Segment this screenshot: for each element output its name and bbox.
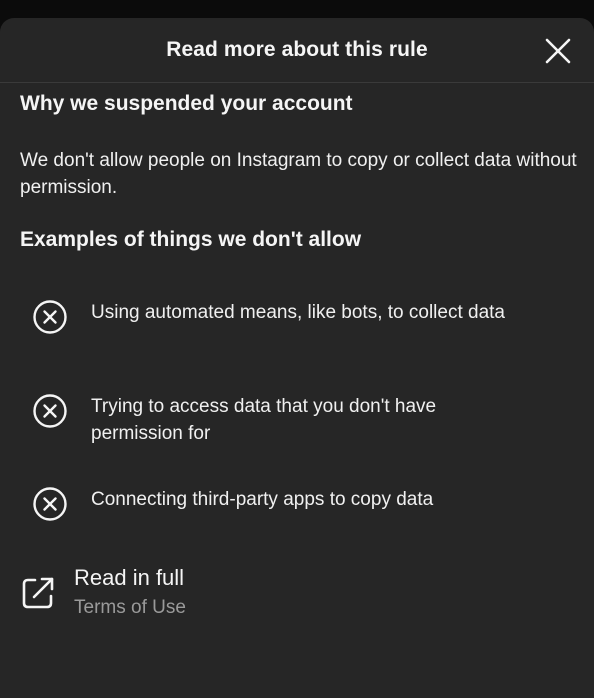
external-link-icon [22, 577, 54, 609]
dialog-header: Read more about this rule [0, 18, 594, 83]
close-button[interactable] [544, 37, 572, 65]
example-item: Connecting third-party apps to copy data [32, 486, 552, 522]
close-icon [545, 38, 571, 64]
read-in-full-link[interactable]: Read in full Terms of Use [20, 563, 186, 623]
dialog-title: Read more about this rule [166, 38, 428, 61]
terms-of-use-label: Terms of Use [74, 597, 186, 618]
example-item: Using automated means, like bots, to col… [32, 299, 552, 335]
section-heading-examples: Examples of things we don't allow [20, 228, 362, 251]
suspension-description: We don't allow people on Instagram to co… [20, 150, 577, 198]
example-label: Connecting third-party apps to copy data [91, 489, 434, 510]
circle-x-icon [33, 487, 67, 521]
read-in-full-title: Read in full [74, 565, 185, 590]
example-item: Trying to access data that you don't hav… [32, 393, 552, 447]
circle-x-icon [33, 394, 67, 428]
example-label: Using automated means, like bots, to col… [91, 302, 506, 323]
example-label: Trying to access data that you don't hav… [91, 396, 437, 444]
circle-x-icon [33, 300, 67, 334]
section-heading-suspension: Why we suspended your account [20, 92, 353, 115]
